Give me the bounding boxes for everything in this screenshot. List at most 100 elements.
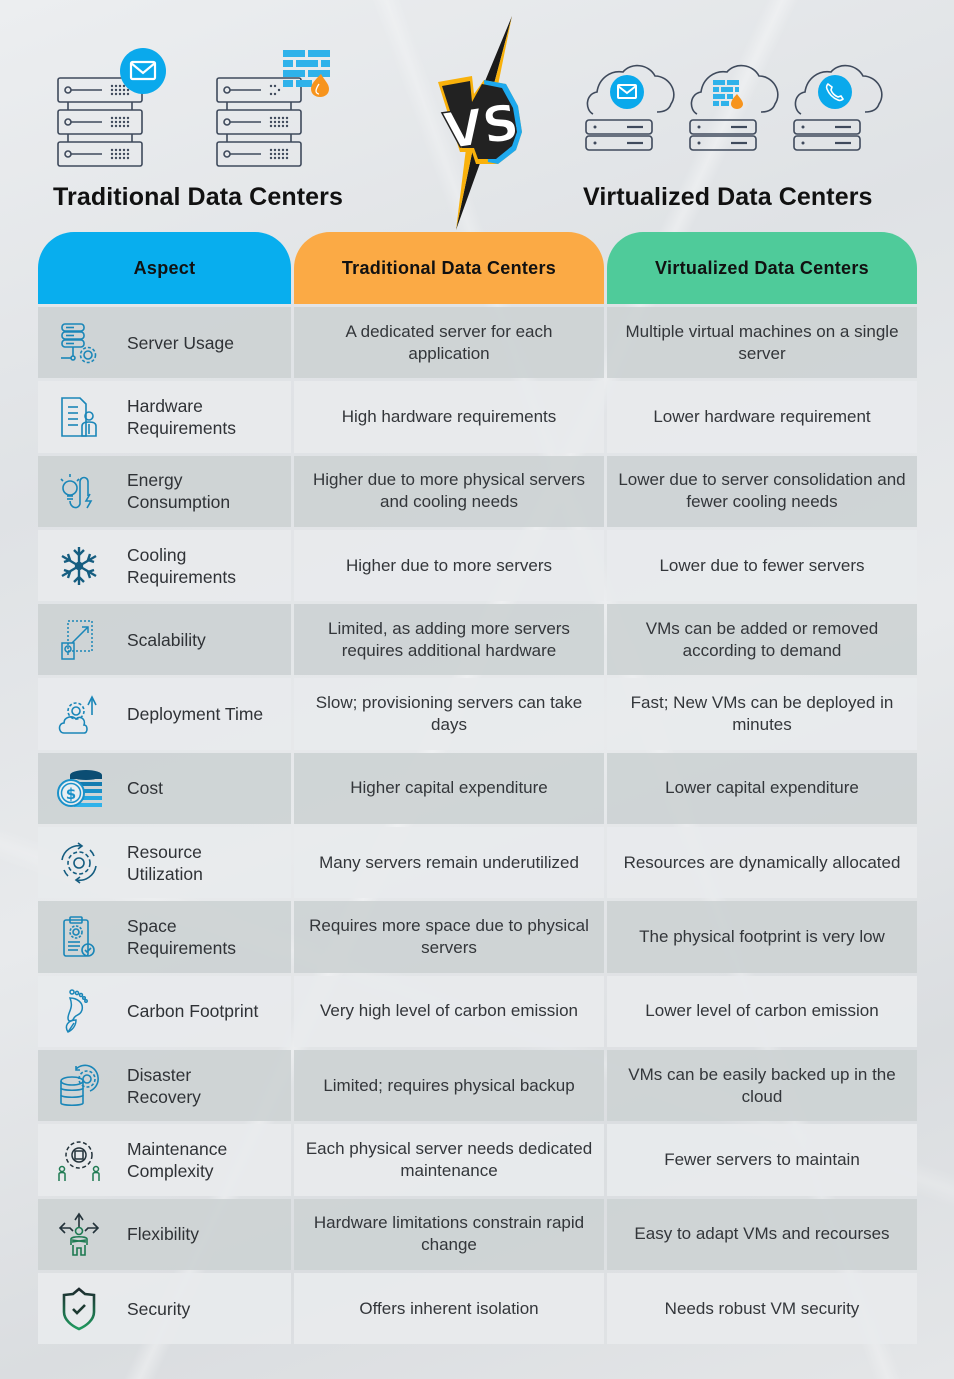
svg-text:$: $ [66,785,76,803]
aspect-cell: Flexibility [38,1198,291,1270]
aspect-label: Flexibility [127,1224,199,1245]
virtualized-value: Lower level of carbon emission [645,1001,879,1021]
virtualized-cell: Lower capital expenditure [607,752,917,825]
aspect-cell: Security [38,1272,291,1345]
column-header-virtualized: Virtualized Data Centers [607,232,917,304]
aspect-cell: Scalability [38,604,291,676]
traditional-cell: Slow; provisioning servers can take days [294,678,604,750]
virtualized-cell: VMs can be easily backed up in the cloud [607,1049,917,1122]
virtualized-cell: Fewer servers to maintain [607,1124,917,1196]
aspect-label: Hardware Requirements [127,395,236,438]
aspect-cell: Server Usage [38,307,291,379]
virtualized-cell: Needs robust VM security [607,1272,917,1345]
virtualized-value: Fast; New VMs can be deployed in minutes [630,693,894,735]
aspect-label: Deployment Time [127,704,264,725]
table-row: Carbon Footprint Very high level of carb… [38,975,917,1047]
traditional-value: Many servers remain underutilized [319,852,579,872]
table-row: Resource Utilization Many servers remain… [38,827,917,899]
aspect-cell: $ Cost [38,752,291,825]
traditional-cell: A dedicated server for each application [294,307,604,379]
virtualized-cell: Fast; New VMs can be deployed in minutes [607,678,917,750]
scale-arrow-icon [52,615,106,665]
aspect-label: Security [127,1298,191,1319]
aspect-cell: Hardware Requirements [38,381,291,453]
traditional-cell: Higher due to more servers [294,529,604,602]
aspect-label: Maintenance Complexity [127,1138,228,1181]
virtualized-value: Resources are dynamically allocated [623,852,901,872]
traditional-cell: Offers inherent isolation [294,1272,604,1345]
traditional-value: Each physical server needs dedicated mai… [305,1138,593,1180]
virtualized-cell: The physical footprint is very low [607,901,917,973]
virtualized-cell: Lower level of carbon emission [607,975,917,1047]
column-header-traditional: Traditional Data Centers [294,232,604,304]
table-row: Flexibility Hardware limitations constra… [38,1198,917,1270]
table-row: Maintenance Complexity Each physical ser… [38,1124,917,1196]
virtualized-value: Lower due to fewer servers [659,555,865,575]
traditional-title: Traditional Data Centers [53,183,343,211]
aspect-label: Scalability [127,629,206,650]
aspect-cell: Deployment Time [38,678,291,750]
table-row: Hardware Requirements High hardware requ… [38,381,917,453]
virtualized-cell: Resources are dynamically allocated [607,827,917,899]
footprint-leaf-icon [52,986,106,1036]
server-mail-icon [57,48,166,167]
traditional-value: Higher due to more servers [346,555,552,575]
virtualized-value: VMs can be easily backed up in the cloud [628,1064,896,1106]
table-row: $ Cost Higher capital expenditure Lower … [38,752,917,825]
virtualized-value: Fewer servers to maintain [664,1149,860,1169]
traditional-cell: Hardware limitations constrain rapid cha… [294,1198,604,1270]
gear-cycle-icon [52,838,106,888]
aspect-label: Carbon Footprint [127,1001,259,1022]
person-arrows-icon [52,1209,106,1259]
virtualized-cell: Multiple virtual machines on a single se… [607,307,917,379]
traditional-cell: Limited; requires physical backup [294,1049,604,1122]
aspect-cell: Maintenance Complexity [38,1124,291,1196]
traditional-cell: Higher capital expenditure [294,752,604,825]
traditional-cell: Each physical server needs dedicated mai… [294,1124,604,1196]
traditional-value: Higher capital expenditure [350,778,548,798]
server-gear-icon [52,318,106,368]
column-header-aspect: Aspect [38,232,291,304]
shield-check-icon [52,1284,106,1334]
cloud-server-firewall-icon [689,64,779,151]
cloud-server-mail-icon [585,64,675,151]
aspect-label: Disaster Recovery [127,1064,201,1107]
vs-lightning-icon: VS [438,16,523,230]
traditional-cell: Many servers remain underutilized [294,827,604,899]
aspect-cell: Cooling Requirements [38,529,291,602]
traditional-value: Limited, as adding more servers requires… [328,618,570,660]
virtualized-value: Multiple virtual machines on a single se… [625,321,899,363]
database-gear-icon [52,1061,106,1111]
aspect-label: Energy Consumption [127,470,231,513]
aspect-cell: Energy Consumption [38,455,291,527]
cloud-server-phone-icon [793,64,883,151]
traditional-value: Slow; provisioning servers can take days [315,693,583,735]
aspect-cell: Resource Utilization [38,827,291,899]
table-row: Cooling Requirements Higher due to more … [38,529,917,602]
virtualized-cell: Lower due to server consolidation and fe… [607,455,917,527]
aspect-label: Resource Utilization [127,841,203,884]
traditional-cell: High hardware requirements [294,381,604,453]
virtualized-value: Lower hardware requirement [653,406,871,426]
aspect-cell: Carbon Footprint [38,975,291,1047]
traditional-value: High hardware requirements [341,406,557,426]
virtualized-value: Lower due to server consolidation and fe… [618,470,906,512]
aspect-label: Cooling Requirements [127,544,236,587]
table-row: Energy Consumption Higher due to more ph… [38,455,917,527]
traditional-cell: Very high level of carbon emission [294,975,604,1047]
table-row: Security Offers inherent isolation Needs… [38,1272,917,1345]
comparison-table: Aspect Traditional Data Centers Virtuali… [38,232,917,1345]
aspect-label: Space Requirements [127,916,236,959]
table-row: Scalability Limited, as adding more serv… [38,604,917,676]
traditional-cell: Requires more space due to physical serv… [294,901,604,973]
snowflake-icon [52,541,106,591]
table-header: Aspect Traditional Data Centers Virtuali… [38,232,917,304]
table-row: Server Usage A dedicated server for each… [38,307,917,379]
server-firewall-icon [216,50,330,167]
traditional-cell: Higher due to more physical servers and … [294,455,604,527]
aspect-cell: Disaster Recovery [38,1049,291,1122]
dollar-coins-icon: $ [52,763,106,813]
table-row: Disaster Recovery Limited; requires phys… [38,1049,917,1122]
virtualized-cell: Easy to adapt VMs and recourses [607,1198,917,1270]
traditional-value: A dedicated server for each application [345,321,553,363]
